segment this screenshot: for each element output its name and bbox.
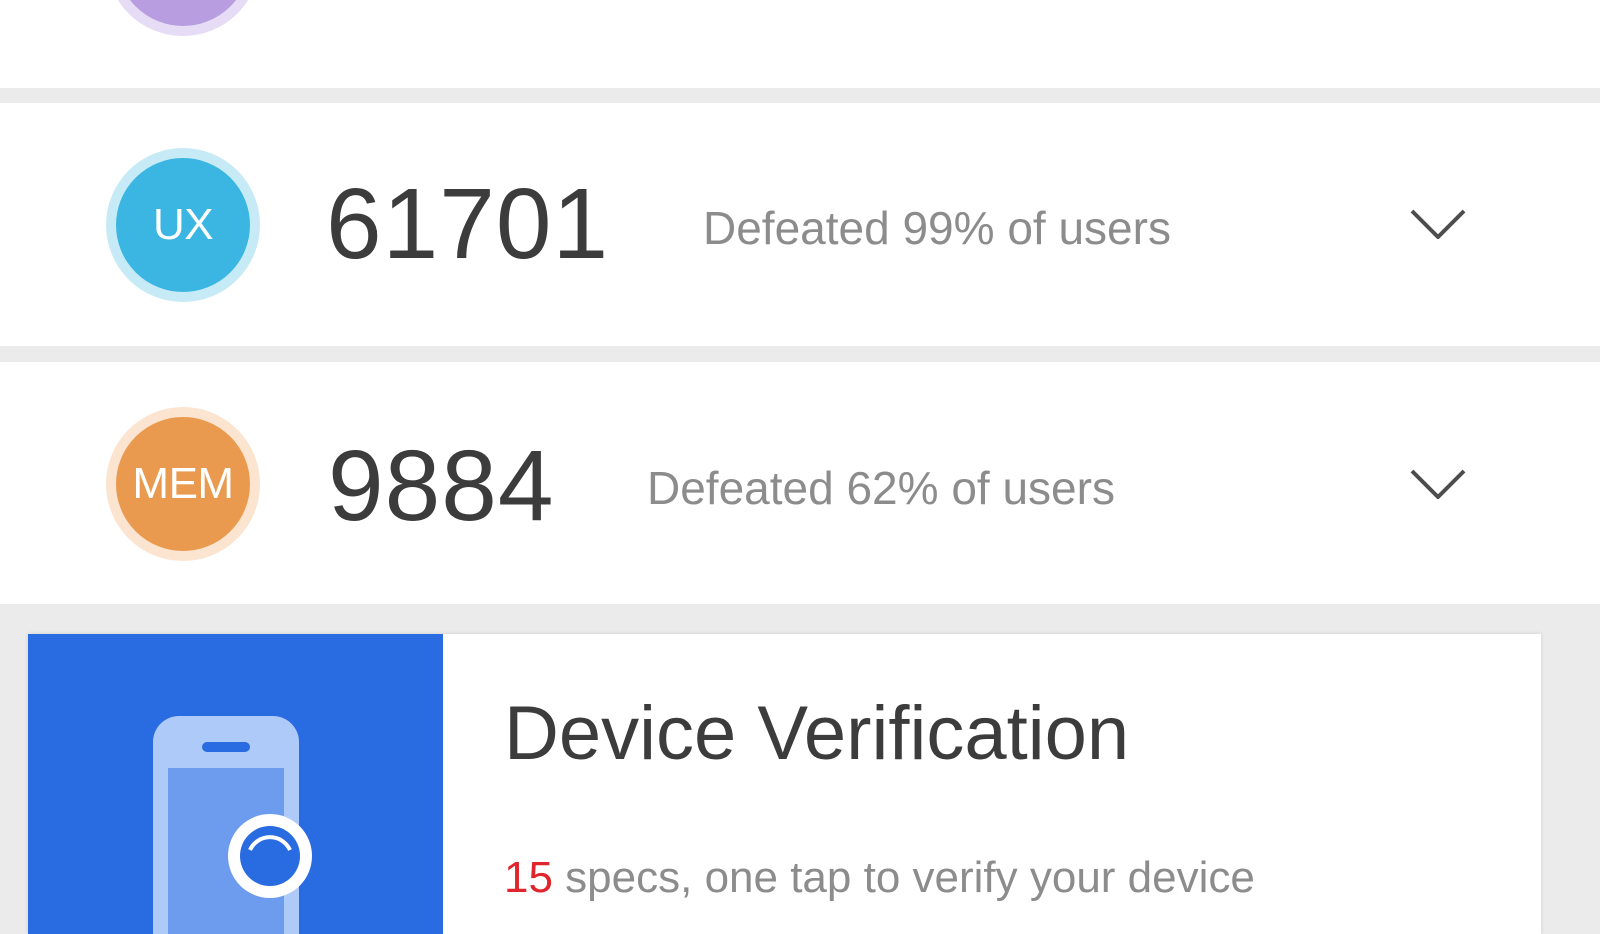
- device-verification-card[interactable]: Device Verification 15 specs, one tap to…: [28, 634, 1541, 934]
- card-title: Device Verification: [504, 691, 1130, 776]
- card-subtitle-text: specs, one tap to verify your device: [552, 853, 1255, 902]
- score-value-ux: 61701: [326, 168, 610, 280]
- rank-text-mem: Defeated 62% of users: [647, 462, 1115, 514]
- category-badge-top: [106, 0, 260, 36]
- score-value-mem: 9884: [328, 430, 555, 542]
- chevron-down-icon[interactable]: [1410, 209, 1466, 239]
- badge-label: MEM: [132, 459, 234, 508]
- score-row-ux[interactable]: UX 61701 Defeated 99% of users: [0, 103, 1600, 346]
- rank-text-ux: Defeated 99% of users: [703, 202, 1171, 254]
- card-subtitle: 15 specs, one tap to verify your device: [504, 856, 1255, 900]
- ux-badge: UX: [106, 148, 260, 302]
- phone-search-icon: [28, 634, 443, 934]
- mem-badge: MEM: [106, 407, 260, 561]
- chevron-down-icon[interactable]: [1410, 469, 1466, 499]
- score-row-top[interactable]: [0, 0, 1600, 88]
- spec-count: 15: [504, 853, 553, 902]
- badge-label: UX: [152, 200, 214, 249]
- score-row-mem[interactable]: MEM 9884 Defeated 62% of users: [0, 362, 1600, 604]
